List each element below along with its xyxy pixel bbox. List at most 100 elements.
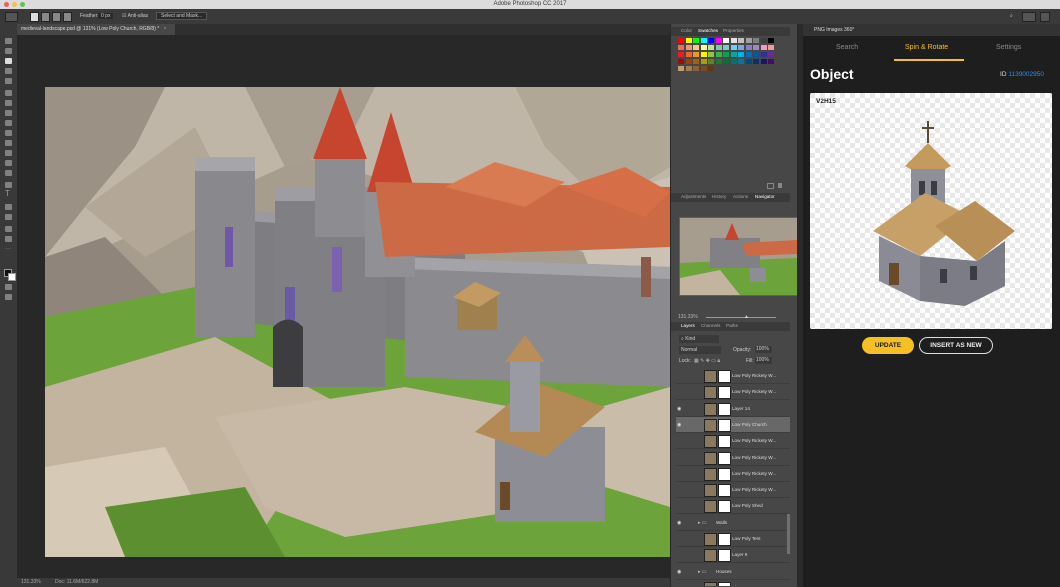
doc-size[interactable]: Doc: 11.6M/622.8M [55, 579, 98, 585]
visibility-eye-icon[interactable]: ◉ [677, 520, 681, 526]
color-swatch[interactable] [738, 45, 744, 50]
color-swatch[interactable] [715, 38, 722, 43]
tab-search[interactable]: Search [836, 44, 858, 51]
color-swatch[interactable] [745, 38, 752, 43]
layer-row[interactable]: ◉ Low Poly Church [676, 416, 790, 433]
color-swatch[interactable] [685, 45, 692, 50]
magic-wand-tool-icon[interactable] [5, 68, 12, 74]
color-swatch[interactable] [730, 45, 737, 50]
tab-adjustments[interactable]: Adjustments [681, 194, 706, 199]
layer-row[interactable]: Low Poly Shed [676, 498, 790, 515]
layer-mask-thumbnail[interactable] [718, 533, 731, 546]
anti-alias-checkbox[interactable]: ☑ Anti-alias [122, 13, 148, 19]
tab-spin-rotate[interactable]: Spin & Rotate [905, 44, 948, 51]
tab-actions[interactable]: Actions [733, 194, 748, 199]
tab-layers[interactable]: Layers [681, 323, 695, 328]
gradient-tool-icon[interactable] [5, 150, 12, 156]
color-swatch[interactable] [708, 66, 714, 71]
color-swatch[interactable] [723, 38, 729, 43]
color-swatch[interactable] [685, 59, 692, 64]
zoom-level[interactable]: 131.33% [21, 579, 41, 585]
tab-properties[interactable]: Properties [723, 28, 744, 33]
color-swatch[interactable] [678, 52, 684, 57]
navigator-preview[interactable] [679, 217, 798, 296]
healing-brush-tool-icon[interactable] [5, 100, 12, 106]
layer-filter-kind[interactable]: ⌕ Kind [679, 335, 719, 343]
brush-tool-icon[interactable] [5, 110, 12, 116]
lasso-tool-icon[interactable] [5, 58, 12, 64]
color-swatch[interactable] [708, 45, 714, 50]
background-color-swatch[interactable] [8, 273, 16, 281]
navigator-zoom-slider[interactable] [706, 317, 776, 318]
shape-tool-icon[interactable] [5, 214, 12, 220]
layer-mask-thumbnail[interactable] [718, 418, 731, 432]
layer-row[interactable]: Low Poly Rickety W... [676, 384, 790, 401]
color-swatch[interactable] [715, 59, 722, 64]
swatch-grid[interactable] [678, 38, 778, 78]
color-swatch[interactable] [738, 59, 744, 64]
new-swatch-icon[interactable] [767, 183, 774, 189]
color-swatch[interactable] [700, 45, 707, 50]
color-swatch[interactable] [678, 38, 684, 43]
color-swatch[interactable] [730, 59, 737, 64]
visibility-eye-icon[interactable]: ◉ [677, 422, 681, 428]
marquee-tool-icon[interactable] [5, 48, 12, 54]
visibility-eye-icon[interactable]: ◉ [677, 569, 681, 575]
pen-tool-icon[interactable] [5, 182, 12, 188]
color-swatch[interactable] [723, 59, 729, 64]
navigator-zoom[interactable]: 131.33% [678, 314, 698, 320]
tab-color[interactable]: Color [681, 28, 692, 33]
color-swatch[interactable] [760, 38, 767, 43]
color-swatch[interactable] [760, 45, 767, 50]
color-swatch[interactable] [685, 38, 692, 43]
visibility-eye-icon[interactable]: ◉ [677, 406, 681, 412]
opacity-input[interactable]: 100% [755, 346, 772, 353]
path-selection-tool-icon[interactable] [5, 204, 12, 210]
layer-mask-thumbnail[interactable] [718, 581, 731, 586]
color-swatch[interactable] [685, 52, 692, 57]
layer-mask-thumbnail[interactable] [718, 386, 731, 400]
color-swatch[interactable] [753, 45, 759, 50]
object-id-link[interactable]: 1139002950 [1008, 71, 1044, 78]
more-tools-icon[interactable]: ··· [5, 246, 12, 252]
color-swatch[interactable] [768, 52, 774, 57]
layer-row[interactable]: ◉ Layer 14 [676, 401, 790, 417]
color-swatch[interactable] [738, 52, 744, 57]
color-swatch[interactable] [700, 52, 707, 57]
color-swatch[interactable] [693, 52, 699, 57]
color-swatch[interactable] [753, 59, 759, 64]
color-swatch[interactable] [693, 66, 699, 71]
zoom-tool-icon[interactable] [5, 236, 12, 242]
select-and-mask-button[interactable]: Select and Mask... [156, 12, 208, 20]
workspace-switcher-icon[interactable] [1022, 12, 1036, 22]
layer-mask-thumbnail[interactable] [718, 402, 731, 416]
color-swatch[interactable] [768, 45, 774, 50]
hand-tool-icon[interactable] [5, 226, 12, 232]
color-swatch[interactable] [738, 38, 744, 43]
layer-row[interactable]: Low Poly Rickety W... [676, 433, 790, 450]
layer-group-row[interactable]: ◉ ▸ ▭ Walls [676, 515, 790, 531]
color-swatch[interactable] [700, 66, 707, 71]
search-icon[interactable]: ⌕ [1010, 13, 1013, 19]
update-button[interactable]: UPDATE [862, 337, 914, 354]
add-selection-icon[interactable] [41, 12, 50, 22]
layer-row[interactable]: Low Poly Rickety W... [676, 368, 790, 384]
color-swatch[interactable] [753, 52, 759, 57]
tab-navigator[interactable]: Navigator [755, 194, 775, 199]
layer-mask-thumbnail[interactable] [718, 549, 731, 563]
eraser-tool-icon[interactable] [5, 140, 12, 146]
layer-mask-thumbnail[interactable] [718, 451, 731, 465]
color-swatch[interactable] [723, 45, 729, 50]
tab-paths[interactable]: Paths [726, 323, 738, 328]
close-tab-icon[interactable]: × [164, 26, 167, 32]
crop-tool-icon[interactable] [5, 78, 12, 84]
layer-row[interactable]: Low Poly Tent [676, 531, 790, 547]
layer-mask-thumbnail[interactable] [718, 500, 731, 514]
screen-mode-icon[interactable] [5, 294, 12, 300]
quick-mask-icon[interactable] [5, 284, 12, 290]
color-swatch[interactable] [760, 59, 767, 64]
canvas-area[interactable] [17, 35, 670, 579]
navigator-zoom-handle[interactable]: ▲ [744, 314, 749, 320]
layers-scrollbar[interactable] [787, 514, 790, 554]
layers-list[interactable]: Low Poly Rickety W... Low Poly Rickety W.… [671, 368, 790, 586]
